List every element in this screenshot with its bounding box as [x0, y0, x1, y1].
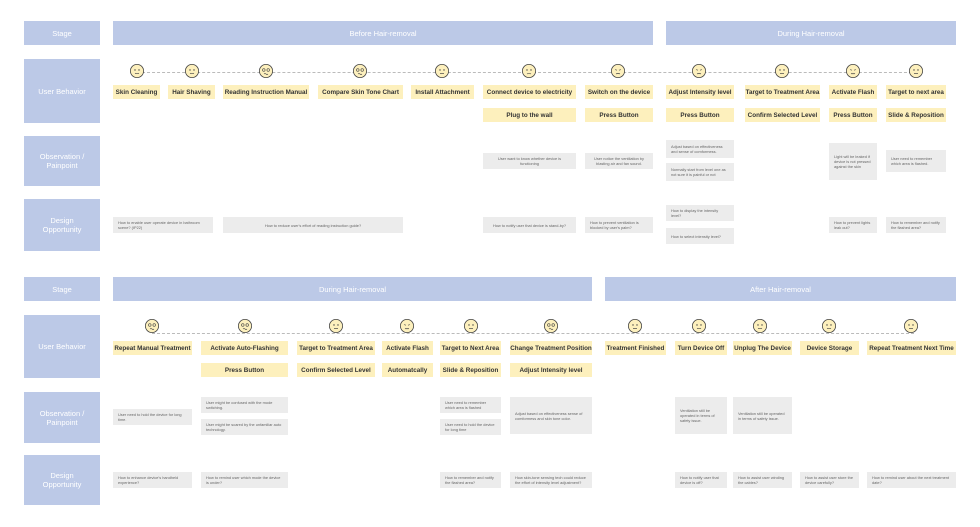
opportunity-note: How skin-tone sensing tech could reduce … [510, 472, 592, 488]
flat-face-icon [329, 319, 343, 333]
flat-face-icon [909, 64, 923, 78]
substep-card: Press Button [666, 108, 734, 122]
step-card: Target to Treatment Area [297, 341, 375, 355]
flat-face-icon [435, 64, 449, 78]
row-label-user-behavior: User Behavior [24, 59, 100, 123]
step-card: Switch on the device [585, 85, 653, 99]
step-card: Hair Shaving [168, 85, 215, 99]
neutral-face-icon [130, 64, 144, 78]
opportunity-note: How to prevent ventilation is blocked by… [585, 217, 653, 233]
step-card: Connect device to electricity [483, 85, 576, 99]
step-card: Adjust Intensity level [666, 85, 734, 99]
substep-card: Confirm Selected Level [297, 363, 375, 377]
unsure-face-icon [692, 64, 706, 78]
opportunity-note: How to remember and notify the flashed a… [886, 217, 946, 233]
step-card: Repeat Manual Treatment [113, 341, 192, 355]
opportunity-note: How to prevent lights leak out? [829, 217, 877, 233]
step-card: Repeat Treatment Next Time [867, 341, 956, 355]
opportunity-note: How to display the intensity level? [666, 205, 734, 221]
flat-face-icon [628, 319, 642, 333]
anxious-face-icon [400, 319, 414, 333]
row-label-observation: Observation / Painpoint [24, 392, 100, 443]
substep-card: Automatcally [382, 363, 433, 377]
stage-during-hair-removal: During Hair-removal [113, 277, 592, 301]
confused-face-icon [353, 64, 367, 78]
substep-card: Press Button [585, 108, 653, 122]
row-label-observation: Observation / Painpoint [24, 136, 100, 186]
step-card: Reading Instruction Manual [223, 85, 309, 99]
observation-note: User notice the ventilation by blasting … [585, 153, 653, 169]
observation-note: Normally start from level one as not sur… [666, 163, 734, 181]
step-card: Compare Skin Tone Chart [318, 85, 403, 99]
opportunity-note: How to remember and notify the flashed a… [440, 472, 501, 488]
step-card: Skin Cleaning [113, 85, 160, 99]
opportunity-note: How to notify user that device is stand-… [483, 217, 576, 233]
confused-face-icon [145, 319, 159, 333]
flat-face-icon [775, 64, 789, 78]
timeline-line [152, 333, 914, 334]
stage-during-hair-removal: During Hair-removal [666, 21, 956, 45]
row-label-stage: Stage [24, 21, 100, 45]
step-card: Activate Flash [382, 341, 433, 355]
opportunity-note: How to reduce user's effort of reading i… [223, 217, 403, 233]
observation-note: User need to remember which area is flas… [886, 150, 946, 172]
substep-card: Confirm Selected Level [745, 108, 820, 122]
step-card: Turn Device Off [675, 341, 727, 355]
stage-after-hair-removal: After Hair-removal [605, 277, 956, 301]
substep-card: Press Button [201, 363, 288, 377]
confused-face-icon [238, 319, 252, 333]
step-card: Change Treatment Position [510, 341, 592, 355]
confused-face-icon [259, 64, 273, 78]
step-card: Install Attachment [411, 85, 474, 99]
opportunity-note: How to remind user which mode the device… [201, 472, 288, 488]
row-label-user-behavior: User Behavior [24, 315, 100, 378]
opportunity-note: How to notify user that device is off? [675, 472, 727, 488]
opportunity-note: How to select intensity level? [666, 228, 734, 244]
observation-note: Ventilation still be operated in terms o… [675, 397, 727, 434]
observation-note: Light will be leaked if device is not pr… [829, 143, 877, 180]
step-card: Activate Auto-Flashing [201, 341, 288, 355]
confused-face-icon [544, 319, 558, 333]
opportunity-note: How to assist user winding the cables? [733, 472, 792, 488]
opportunity-note: How to enable user operate device in bat… [113, 217, 213, 233]
row-label-design-opportunity: Design Opportunity [24, 199, 100, 251]
observation-note: Adjust based on effectiveness and sense … [666, 140, 734, 158]
substep-card: Slide & Reposition [440, 363, 501, 377]
neutral-face-icon [822, 319, 836, 333]
substep-card: Plug to the wall [483, 108, 576, 122]
observation-note: User need to remember which area is flas… [440, 397, 501, 413]
step-card: Target to Next Area [440, 341, 501, 355]
substep-card: Adjust Intensity level [510, 363, 592, 377]
substep-card: Slide & Reposition [886, 108, 946, 122]
observation-note: Ventilation still be operated in terms o… [733, 397, 792, 434]
unsure-face-icon [611, 64, 625, 78]
stage-before-hair-removal: Before Hair-removal [113, 21, 653, 45]
flat-face-icon [464, 319, 478, 333]
neutral-face-icon [185, 64, 199, 78]
step-card: Target to next area [886, 85, 946, 99]
step-card: Target to Treatment Area [745, 85, 820, 99]
step-card: Device Storage [800, 341, 859, 355]
observation-note: User might be scared by the unfamiliar a… [201, 419, 288, 435]
neutral-face-icon [692, 319, 706, 333]
opportunity-note: How to enhance device's handheld experie… [113, 472, 192, 488]
opportunity-note: How to remind user about the next treatm… [867, 472, 956, 488]
step-card: Activate Flash [829, 85, 877, 99]
neutral-face-icon [753, 319, 767, 333]
row-label-design-opportunity: Design Opportunity [24, 455, 100, 505]
anxious-face-icon [846, 64, 860, 78]
row-label-stage: Stage [24, 277, 100, 301]
observation-note: User want to know whether device is func… [483, 153, 576, 169]
observation-note: Adjust based on effectiveness sense of c… [510, 397, 592, 434]
flat-face-icon [904, 319, 918, 333]
step-card: Treatment Finished [605, 341, 666, 355]
observation-note: User need to hold the device for long ti… [113, 409, 192, 425]
opportunity-note: How to assist user store the device care… [800, 472, 859, 488]
observation-note: User need to hold the device for long ti… [440, 419, 501, 435]
worried-face-icon [522, 64, 536, 78]
observation-note: User might be confused with the mode swi… [201, 397, 288, 413]
substep-card: Press Button [829, 108, 877, 122]
step-card: Unplug The Device [733, 341, 792, 355]
